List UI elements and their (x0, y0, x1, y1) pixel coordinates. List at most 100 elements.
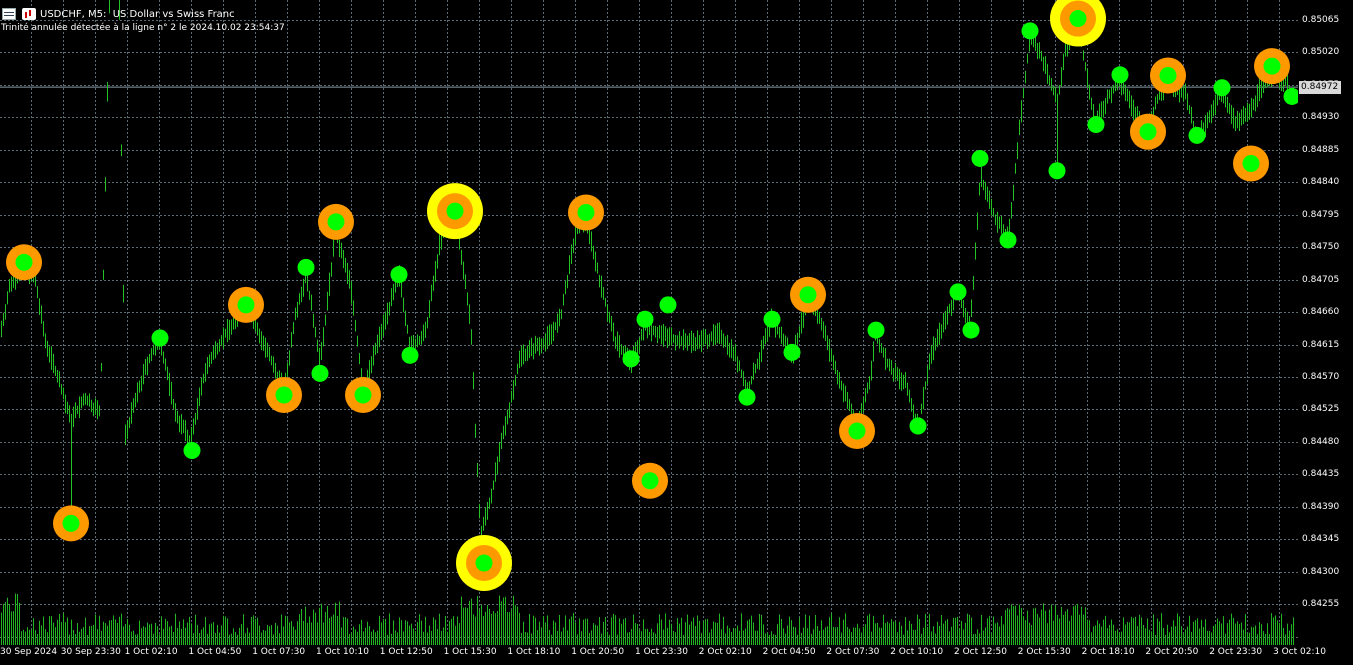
marker-dot (446, 202, 464, 220)
signal-marker-green[interactable] (763, 310, 781, 328)
marker-dot (577, 204, 595, 222)
marker-dot (275, 386, 293, 404)
signal-marker-green[interactable] (867, 321, 885, 339)
signal-marker-orange[interactable] (839, 413, 875, 450)
alert-message: Trinité annulée détectée à la ligne n° 2… (1, 23, 285, 33)
signal-marker-orange[interactable] (318, 203, 354, 240)
marker-dot (1213, 79, 1231, 97)
signal-markers[interactable] (6, 0, 1298, 591)
price-tick-label: 0.84435 (1302, 469, 1340, 480)
marker-dot (1087, 116, 1105, 134)
signal-marker-green[interactable] (1021, 22, 1039, 40)
signal-marker-orange[interactable] (53, 505, 89, 542)
price-tick-label: 0.84705 (1302, 274, 1340, 285)
price-tick-label: 0.84840 (1302, 177, 1340, 188)
signal-marker-orange[interactable] (568, 194, 604, 231)
signal-marker-orange[interactable] (1130, 113, 1166, 150)
signal-marker-orange[interactable] (228, 286, 264, 323)
time-axis[interactable]: 30 Sep 2024 30 Sep 23:30 1 Oct 02:10 1 Oct … (0, 645, 1326, 665)
data-window-icon[interactable] (2, 8, 16, 20)
signal-marker-green[interactable] (999, 231, 1017, 249)
marker-dot (971, 149, 989, 167)
marker-dot (237, 296, 255, 314)
signal-marker-orange[interactable] (345, 376, 381, 413)
chart-window[interactable]: USDCHF, M5: US Dollar vs Swiss Franc Tri… (0, 0, 1353, 665)
signal-marker-green[interactable] (1048, 162, 1066, 180)
signal-marker-green[interactable] (909, 417, 927, 435)
marker-dot (783, 343, 801, 361)
signal-marker-green[interactable] (971, 149, 989, 167)
signal-marker-yellow[interactable] (456, 534, 512, 591)
price-tick-label: 0.84930 (1302, 112, 1340, 123)
time-tick-label: 3 Oct 02:10 (1273, 647, 1326, 657)
signal-marker-yellow[interactable] (427, 183, 483, 240)
price-tick-label: 0.84750 (1302, 242, 1340, 253)
trading-signal-icon[interactable] (22, 8, 36, 20)
signal-marker-orange[interactable] (1254, 48, 1290, 85)
signal-marker-green[interactable] (659, 296, 677, 314)
marker-dot (738, 388, 756, 406)
marker-dot (1188, 126, 1206, 144)
marker-dot (848, 422, 866, 440)
current-price-label: 0.84972 (1299, 81, 1341, 94)
signal-marker-orange[interactable] (1233, 145, 1269, 182)
signal-marker-green[interactable] (151, 329, 169, 347)
signal-marker-green[interactable] (401, 346, 419, 364)
marker-dot (390, 266, 408, 284)
price-tick-label: 0.85065 (1302, 15, 1340, 25)
time-tick-label: 30 Sep 2024 (0, 647, 58, 657)
marker-dot (183, 442, 201, 460)
signal-marker-orange[interactable] (6, 244, 42, 281)
marker-dot (641, 472, 659, 490)
price-chart[interactable] (0, 0, 1298, 645)
time-tick-label: 2 Oct 02:10 (698, 647, 752, 657)
marker-dot (1242, 155, 1260, 173)
signal-marker-green[interactable] (962, 321, 980, 339)
signal-marker-green[interactable] (1087, 116, 1105, 134)
time-tick-label: 30 Sep 23:30 (60, 647, 121, 657)
signal-marker-orange[interactable] (1150, 57, 1186, 94)
signal-marker-orange[interactable] (632, 462, 668, 499)
marker-dot (15, 253, 33, 271)
marker-dot (962, 321, 980, 339)
marker-dot (636, 310, 654, 328)
signal-marker-green[interactable] (1213, 79, 1231, 97)
marker-dot (297, 258, 315, 276)
signal-marker-green[interactable] (1111, 66, 1129, 84)
price-axis[interactable]: 0.850650.850200.849750.849300.848850.848… (1298, 0, 1353, 648)
signal-marker-green[interactable] (183, 442, 201, 460)
price-tick-label: 0.84255 (1302, 599, 1340, 610)
signal-marker-green[interactable] (622, 350, 640, 368)
signal-marker-green[interactable] (1283, 87, 1299, 105)
signal-marker-green[interactable] (390, 266, 408, 284)
price-tick-label: 0.84615 (1302, 339, 1340, 350)
signal-marker-green[interactable] (297, 258, 315, 276)
signal-marker-orange[interactable] (266, 376, 302, 413)
time-tick-label: 2 Oct 12:50 (954, 647, 1007, 657)
marker-dot (327, 213, 345, 231)
price-tick-label: 0.84885 (1302, 144, 1340, 155)
signal-marker-yellow[interactable] (1050, 0, 1106, 47)
time-tick-label: 2 Oct 07:30 (826, 647, 880, 657)
signal-marker-green[interactable] (1188, 126, 1206, 144)
marker-dot (1111, 66, 1129, 84)
signal-marker-green[interactable] (783, 343, 801, 361)
marker-dot (659, 296, 677, 314)
signal-marker-green[interactable] (738, 388, 756, 406)
marker-dot (1263, 57, 1281, 75)
price-tick-label: 0.84480 (1302, 436, 1340, 447)
price-tick-label: 0.84345 (1302, 534, 1340, 545)
signal-marker-orange[interactable] (790, 276, 826, 313)
time-tick-label: 1 Oct 18:10 (507, 647, 561, 657)
time-tick-label: 1 Oct 15:30 (443, 647, 497, 657)
marker-dot (763, 310, 781, 328)
time-tick-label: 2 Oct 23:30 (1209, 647, 1263, 657)
signal-marker-green[interactable] (949, 283, 967, 301)
marker-dot (1159, 67, 1177, 85)
marker-dot (622, 350, 640, 368)
marker-dot (62, 514, 80, 532)
signal-marker-green[interactable] (636, 310, 654, 328)
signal-marker-green[interactable] (311, 364, 329, 382)
price-tick-label: 0.84300 (1302, 566, 1340, 577)
time-tick-label: 2 Oct 10:10 (890, 647, 944, 657)
